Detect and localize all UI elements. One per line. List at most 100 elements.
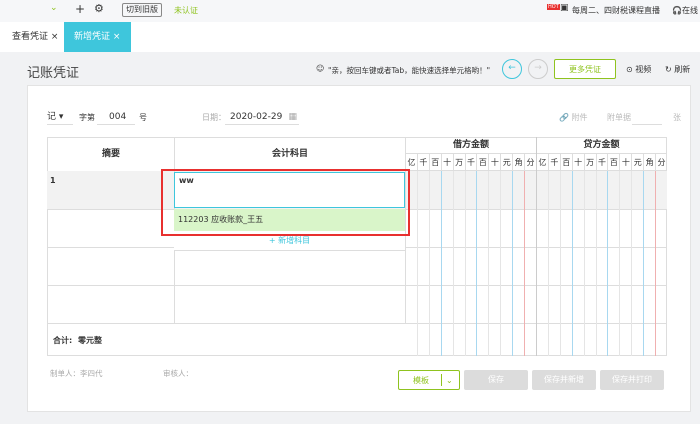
total-label: 合计: bbox=[53, 336, 73, 345]
reviewer-label: 审核人： bbox=[163, 369, 193, 378]
tip-icon: ☺ bbox=[316, 64, 325, 73]
voucher-number-input[interactable]: 004 bbox=[97, 111, 135, 125]
bills-suffix: 张 bbox=[673, 113, 681, 122]
arrow-left-icon: ← bbox=[508, 63, 516, 73]
amount-gridline bbox=[500, 171, 502, 356]
save-and-print-button[interactable]: 保存并打印 bbox=[600, 370, 664, 390]
arrow-right-icon: → bbox=[534, 63, 542, 73]
attach-label: 附件 bbox=[571, 113, 588, 122]
amount-gridline bbox=[583, 171, 585, 356]
digit-header: 千 bbox=[416, 154, 429, 171]
section-divider bbox=[536, 137, 537, 356]
tab-bar: 查看凭证 × 新增凭证 × bbox=[0, 22, 700, 52]
unverified-link[interactable]: 未认证 bbox=[174, 5, 198, 16]
date-input[interactable]: 2020-02-29 ▦ bbox=[225, 111, 299, 125]
bills-count-input[interactable] bbox=[632, 111, 662, 125]
online-label: 在线 bbox=[681, 6, 698, 15]
digit-header: 元 bbox=[631, 154, 644, 171]
digit-header: 十 bbox=[440, 154, 453, 171]
digit-header: 十 bbox=[488, 154, 501, 171]
voucher-word-select[interactable]: 记 ▾ bbox=[47, 111, 73, 125]
digit-header: 千 bbox=[595, 154, 608, 171]
tab-label: 新增凭证 bbox=[74, 32, 111, 42]
hot-badge: HOT bbox=[547, 4, 560, 10]
close-icon[interactable]: × bbox=[113, 32, 121, 42]
digit-header: 万 bbox=[583, 154, 596, 171]
template-button[interactable]: 模板 ⌄ bbox=[398, 370, 460, 390]
amount-gridline bbox=[547, 171, 549, 356]
top-bar: ⌄ + ⚙ 切到旧版 未认证 HOT ▣ 每周二、四财税课程直播 🎧在线 bbox=[0, 0, 700, 22]
live-link[interactable]: 每周二、四财税课程直播 bbox=[572, 5, 660, 16]
header-subject: 会计科目 bbox=[174, 137, 406, 172]
maker-label: 制单人：李四代 bbox=[50, 369, 103, 378]
amount-gridline bbox=[428, 171, 430, 356]
bills-label: 附单据 bbox=[607, 113, 631, 122]
digit-header: 千 bbox=[464, 154, 477, 171]
template-label: 模板 bbox=[413, 376, 429, 385]
row-line bbox=[47, 285, 667, 286]
digit-header: 角 bbox=[512, 154, 525, 171]
digit-header: 百 bbox=[476, 154, 489, 171]
tab-view-voucher[interactable]: 查看凭证 × bbox=[2, 22, 68, 52]
chevron-down-icon[interactable]: ⌄ bbox=[50, 3, 58, 13]
amount-gridline bbox=[571, 171, 573, 356]
attachment-button[interactable]: 🔗 附件 bbox=[559, 112, 588, 123]
amount-gridline bbox=[619, 171, 621, 356]
save-button[interactable]: 保存 bbox=[464, 370, 528, 390]
amount-gridline bbox=[524, 171, 526, 356]
next-voucher-button[interactable]: → bbox=[528, 59, 548, 79]
date-label: 日期： bbox=[202, 113, 226, 122]
word-suffix: 字第 bbox=[79, 113, 95, 122]
header-credit: 贷方金额 bbox=[536, 137, 667, 154]
divider bbox=[441, 374, 442, 386]
switch-old-button[interactable]: 切到旧版 bbox=[122, 3, 162, 17]
close-icon[interactable]: × bbox=[51, 32, 59, 42]
play-icon: ⊙ bbox=[626, 65, 633, 74]
page-title: 记账凭证 bbox=[27, 66, 80, 81]
digit-header: 万 bbox=[452, 154, 465, 171]
video-label: 视频 bbox=[635, 65, 652, 74]
amount-gridline bbox=[476, 171, 478, 356]
date-value: 2020-02-29 bbox=[230, 112, 283, 122]
word-value: 记 bbox=[47, 112, 57, 122]
digit-header: 百 bbox=[428, 154, 441, 171]
tip-text: "亲，按回车键或者Tab，能快速选择单元格哟！" bbox=[328, 66, 491, 75]
chevron-down-icon[interactable]: ⌄ bbox=[446, 371, 453, 391]
total-value: 零元整 bbox=[78, 336, 102, 345]
digit-header: 角 bbox=[643, 154, 656, 171]
gear-icon[interactable]: ⚙ bbox=[94, 2, 104, 15]
calendar-icon[interactable]: ▦ bbox=[288, 111, 297, 124]
tab-new-voucher[interactable]: 新增凭证 × bbox=[64, 22, 131, 52]
refresh-button[interactable]: ↻ 刷新 bbox=[665, 64, 690, 75]
row-number: 1 bbox=[50, 176, 56, 185]
amount-gridline bbox=[559, 171, 561, 356]
caret-down-icon: ▾ bbox=[58, 112, 64, 122]
digit-header: 十 bbox=[619, 154, 632, 171]
header-debit: 借方金额 bbox=[405, 137, 537, 154]
plus-icon[interactable]: + bbox=[75, 2, 85, 16]
refresh-icon: ↻ bbox=[665, 65, 672, 74]
amount-gridline bbox=[440, 171, 442, 356]
prev-voucher-button[interactable]: ← bbox=[502, 59, 522, 79]
header-summary: 摘要 bbox=[47, 137, 175, 172]
amount-gridline bbox=[512, 171, 514, 356]
digit-header: 元 bbox=[500, 154, 513, 171]
save-and-new-button[interactable]: 保存并新增 bbox=[532, 370, 596, 390]
row-line bbox=[47, 323, 667, 324]
amount-gridline bbox=[631, 171, 633, 356]
refresh-label: 刷新 bbox=[674, 65, 691, 74]
tv-icon: ▣ bbox=[560, 3, 569, 13]
highlight-box bbox=[161, 169, 410, 236]
number-suffix: 号 bbox=[139, 113, 147, 122]
amount-gridline bbox=[655, 171, 657, 356]
digit-header: 分 bbox=[655, 154, 667, 171]
more-vouchers-button[interactable]: 更多凭证 bbox=[554, 59, 616, 79]
digit-header: 百 bbox=[559, 154, 572, 171]
online-service-link[interactable]: 🎧在线 bbox=[672, 5, 698, 16]
digit-header: 亿 bbox=[536, 154, 548, 171]
amount-gridline bbox=[595, 171, 597, 356]
amount-gridline bbox=[452, 171, 454, 356]
amount-gridline bbox=[416, 171, 418, 356]
video-button[interactable]: ⊙ 视频 bbox=[626, 64, 651, 75]
amount-gridline bbox=[607, 171, 609, 356]
